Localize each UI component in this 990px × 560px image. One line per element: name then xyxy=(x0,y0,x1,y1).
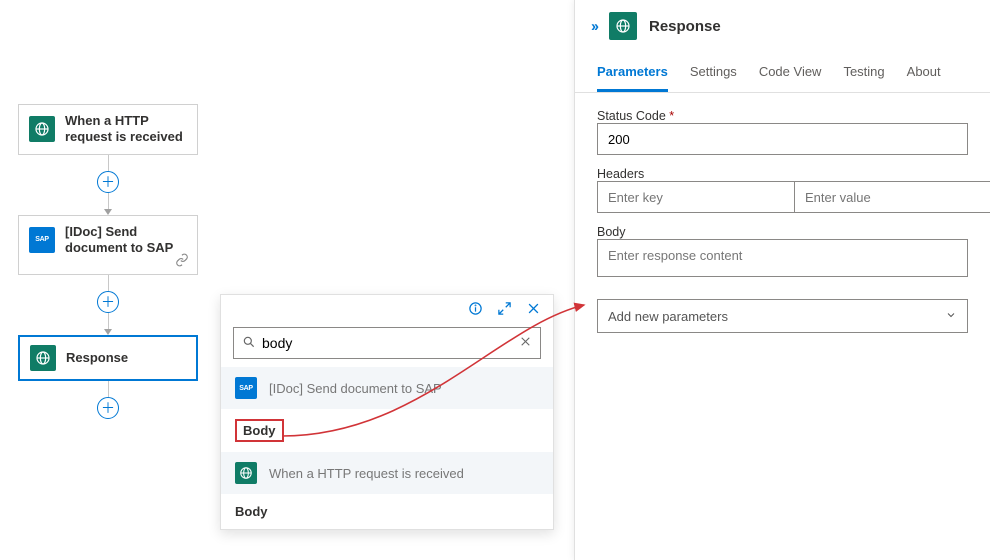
flow-node-trigger[interactable]: When a HTTP request is received xyxy=(18,104,198,155)
add-parameters-dropdown[interactable]: Add new parameters xyxy=(597,299,968,333)
sap-icon: SAP xyxy=(235,377,257,399)
tab-testing[interactable]: Testing xyxy=(843,58,884,92)
picker-group-heading: SAP [IDoc] Send document to SAP xyxy=(221,367,553,409)
picker-search-input[interactable] xyxy=(262,335,513,351)
response-icon xyxy=(30,345,56,371)
flow-node-label: Response xyxy=(66,350,128,366)
expand-icon[interactable] xyxy=(497,301,512,319)
flow-node-label: [IDoc] Send document to SAP xyxy=(65,224,187,257)
flow-node-sap[interactable]: SAP [IDoc] Send document to SAP xyxy=(18,215,198,276)
collapse-panel-button[interactable]: ›› xyxy=(591,18,597,35)
picker-item-label: Body xyxy=(235,504,268,519)
dynamic-content-picker: SAP [IDoc] Send document to SAP Body Whe… xyxy=(220,294,554,530)
flow-node-label: When a HTTP request is received xyxy=(65,113,187,146)
picker-group-label: [IDoc] Send document to SAP xyxy=(269,381,442,396)
picker-item-body[interactable]: Body xyxy=(221,409,553,452)
add-step-button[interactable]: ＋ xyxy=(97,397,119,419)
response-icon xyxy=(609,12,637,40)
header-key-input[interactable] xyxy=(598,182,794,212)
search-icon xyxy=(242,335,256,352)
tab-code-view[interactable]: Code View xyxy=(759,58,822,92)
picker-group-heading: When a HTTP request is received xyxy=(221,452,553,494)
header-value-input[interactable] xyxy=(794,182,990,212)
chevron-down-icon xyxy=(945,309,957,324)
picker-item-body[interactable]: Body xyxy=(221,494,553,529)
flow-edge: ＋ xyxy=(18,275,198,335)
flow-edge: ＋ xyxy=(18,155,198,215)
headers-label: Headers xyxy=(597,167,968,181)
status-code-input[interactable] xyxy=(597,123,968,155)
flow-edge: ＋ xyxy=(18,381,198,419)
picker-item-label: Body xyxy=(235,419,284,442)
request-icon xyxy=(29,116,55,142)
tab-settings[interactable]: Settings xyxy=(690,58,737,92)
request-icon xyxy=(235,462,257,484)
clear-search-icon[interactable] xyxy=(519,335,532,351)
tab-parameters[interactable]: Parameters xyxy=(597,58,668,92)
close-icon[interactable] xyxy=(526,301,541,319)
panel-tabs: Parameters Settings Code View Testing Ab… xyxy=(575,50,990,93)
add-step-button[interactable]: ＋ xyxy=(97,171,119,193)
sap-icon: SAP xyxy=(29,227,55,253)
panel-title: Response xyxy=(649,18,721,35)
body-label: Body xyxy=(597,225,968,239)
status-code-label: Status Code * xyxy=(597,109,968,123)
header-row xyxy=(597,181,990,213)
details-panel: ›› Response Parameters Settings Code Vie… xyxy=(574,0,990,560)
tab-about[interactable]: About xyxy=(907,58,941,92)
picker-search[interactable] xyxy=(233,327,541,359)
info-icon[interactable] xyxy=(468,301,483,319)
link-icon xyxy=(175,253,189,270)
add-parameters-label: Add new parameters xyxy=(608,309,728,324)
add-step-button[interactable]: ＋ xyxy=(97,291,119,313)
picker-group-label: When a HTTP request is received xyxy=(269,466,464,481)
body-input[interactable]: Enter response content xyxy=(597,239,968,277)
flow-node-response[interactable]: Response xyxy=(18,335,198,381)
